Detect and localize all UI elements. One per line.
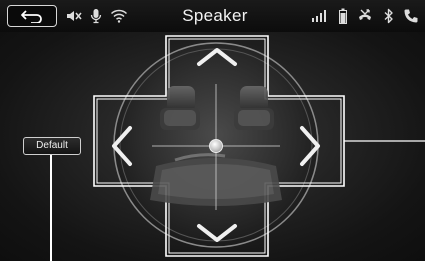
phone-icon: [404, 9, 418, 23]
page-title: Speaker: [182, 6, 248, 25]
microphone-icon: [90, 9, 102, 24]
wifi-icon: [110, 9, 128, 23]
signal-bars-icon: [312, 10, 326, 22]
battery-icon: [339, 8, 347, 24]
down-arrow-button[interactable]: [195, 222, 239, 244]
right-arrow-button[interactable]: [296, 124, 324, 168]
left-arrow-button[interactable]: [108, 124, 136, 168]
callout-line-default: [50, 155, 52, 261]
mute-icon: [67, 11, 82, 21]
back-arrow-icon: [21, 10, 42, 23]
status-bar: Speaker: [0, 0, 425, 33]
default-button[interactable]: Default: [23, 137, 81, 155]
balance-knob[interactable]: [209, 139, 223, 153]
phone-missed-icon: [359, 9, 371, 20]
up-arrow-button[interactable]: [195, 46, 239, 68]
bluetooth-icon: [384, 8, 393, 24]
speaker-screen: Speaker Default: [0, 0, 425, 261]
back-button[interactable]: [7, 5, 57, 27]
